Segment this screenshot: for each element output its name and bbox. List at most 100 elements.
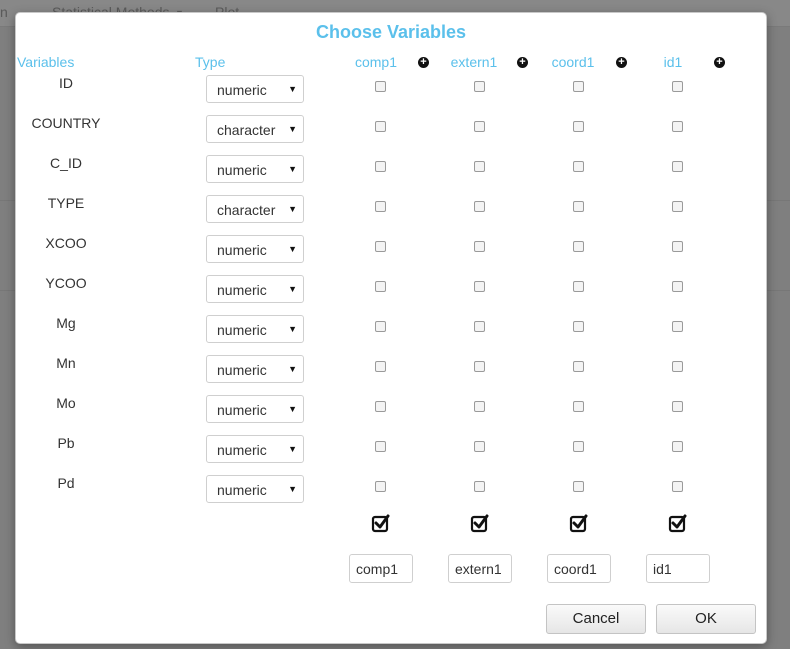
- caret-down-icon: ▼: [288, 84, 297, 94]
- group-checkbox[interactable]: [474, 441, 485, 452]
- group-checkbox[interactable]: [573, 281, 584, 292]
- group-checkbox[interactable]: [672, 321, 683, 332]
- group-checkbox[interactable]: [672, 241, 683, 252]
- group-checkbox[interactable]: [474, 281, 485, 292]
- cancel-button[interactable]: Cancel: [546, 604, 646, 634]
- group-checkbox[interactable]: [375, 161, 386, 172]
- group-name-input[interactable]: [448, 554, 512, 583]
- group-checkbox[interactable]: [573, 321, 584, 332]
- group-checkbox[interactable]: [375, 361, 386, 372]
- ok-button[interactable]: OK: [656, 604, 756, 634]
- caret-down-icon: ▼: [288, 284, 297, 294]
- group-checkbox[interactable]: [375, 441, 386, 452]
- group-checkbox[interactable]: [375, 321, 386, 332]
- group-checkbox[interactable]: [672, 201, 683, 212]
- caret-down-icon: ▼: [288, 164, 297, 174]
- check-square-icon[interactable]: [569, 513, 589, 533]
- group-checkbox[interactable]: [375, 401, 386, 412]
- caret-down-icon: ▼: [288, 404, 297, 414]
- group-name-input[interactable]: [646, 554, 710, 583]
- group-checkbox[interactable]: [375, 121, 386, 132]
- group-checkbox[interactable]: [672, 361, 683, 372]
- group-checkbox[interactable]: [474, 81, 485, 92]
- variable-row: COUNTRY character ▼: [16, 115, 766, 155]
- group-checkbox[interactable]: [672, 441, 683, 452]
- group-checkbox[interactable]: [375, 81, 386, 92]
- group-checkbox[interactable]: [672, 401, 683, 412]
- group-checkbox[interactable]: [375, 201, 386, 212]
- group-checkbox[interactable]: [672, 121, 683, 132]
- group-checkbox[interactable]: [474, 241, 485, 252]
- variable-name: Mo: [56, 395, 76, 411]
- type-select[interactable]: numeric ▼: [206, 355, 304, 383]
- caret-down-icon: ▼: [288, 444, 297, 454]
- type-select-value: numeric: [217, 82, 267, 98]
- group-checkbox[interactable]: [474, 321, 485, 332]
- group-checkbox[interactable]: [474, 481, 485, 492]
- group-checkbox[interactable]: [375, 281, 386, 292]
- group-checkbox[interactable]: [573, 121, 584, 132]
- group-checkbox[interactable]: [375, 481, 386, 492]
- variable-row: TYPE character ▼: [16, 195, 766, 235]
- group-column-header: id1: [663, 54, 683, 70]
- dialog-title: Choose Variables: [315, 22, 467, 42]
- group-name-input[interactable]: [349, 554, 413, 583]
- group-checkbox[interactable]: [474, 201, 485, 212]
- group-checkbox[interactable]: [573, 441, 584, 452]
- variable-row: Mn numeric ▼: [16, 355, 766, 395]
- plus-circle-icon[interactable]: +: [517, 57, 528, 68]
- group-name-input[interactable]: [547, 554, 611, 583]
- group-checkbox[interactable]: [672, 481, 683, 492]
- variable-name: XCOO: [45, 235, 87, 251]
- group-column-header: coord1: [551, 54, 595, 70]
- type-select-value: numeric: [217, 322, 267, 338]
- check-square-icon[interactable]: [470, 513, 490, 533]
- plus-circle-icon[interactable]: +: [714, 57, 725, 68]
- type-select[interactable]: numeric ▼: [206, 315, 304, 343]
- check-square-icon[interactable]: [668, 513, 688, 533]
- type-select[interactable]: numeric ▼: [206, 155, 304, 183]
- group-checkbox[interactable]: [375, 241, 386, 252]
- variable-row: Pb numeric ▼: [16, 435, 766, 475]
- type-select[interactable]: character ▼: [206, 195, 304, 223]
- type-select[interactable]: numeric ▼: [206, 475, 304, 503]
- group-checkbox[interactable]: [573, 81, 584, 92]
- variable-name: C_ID: [50, 155, 82, 171]
- variable-row: XCOO numeric ▼: [16, 235, 766, 275]
- group-column-header: extern1: [450, 54, 498, 70]
- plus-circle-icon[interactable]: +: [418, 57, 429, 68]
- group-checkbox[interactable]: [573, 161, 584, 172]
- variable-name: Pd: [57, 475, 75, 491]
- plus-circle-icon[interactable]: +: [616, 57, 627, 68]
- group-checkbox[interactable]: [573, 401, 584, 412]
- type-select-value: numeric: [217, 242, 267, 258]
- choose-variables-dialog: Choose Variables Variables Type comp1 + ex…: [15, 12, 767, 644]
- group-checkbox[interactable]: [474, 361, 485, 372]
- group-checkbox[interactable]: [573, 361, 584, 372]
- check-square-icon[interactable]: [371, 513, 391, 533]
- type-select[interactable]: numeric ▼: [206, 275, 304, 303]
- group-checkbox[interactable]: [474, 401, 485, 412]
- variable-name: Pb: [57, 435, 75, 451]
- caret-down-icon: ▼: [288, 124, 297, 134]
- type-select[interactable]: numeric ▼: [206, 235, 304, 263]
- group-checkbox[interactable]: [672, 161, 683, 172]
- group-checkbox[interactable]: [573, 481, 584, 492]
- caret-down-icon: ▼: [288, 324, 297, 334]
- variable-row: Mo numeric ▼: [16, 395, 766, 435]
- type-select[interactable]: numeric ▼: [206, 75, 304, 103]
- group-checkbox[interactable]: [573, 201, 584, 212]
- group-checkbox[interactable]: [672, 81, 683, 92]
- type-select[interactable]: numeric ▼: [206, 395, 304, 423]
- type-select[interactable]: character ▼: [206, 115, 304, 143]
- type-select-value: character: [217, 122, 276, 138]
- type-select[interactable]: numeric ▼: [206, 435, 304, 463]
- background-nav-item: n: [0, 4, 8, 20]
- group-checkbox[interactable]: [672, 281, 683, 292]
- variable-row: Mg numeric ▼: [16, 315, 766, 355]
- group-checkbox[interactable]: [474, 161, 485, 172]
- variable-name: Mn: [56, 355, 76, 371]
- type-select-value: numeric: [217, 362, 267, 378]
- group-checkbox[interactable]: [474, 121, 485, 132]
- group-checkbox[interactable]: [573, 241, 584, 252]
